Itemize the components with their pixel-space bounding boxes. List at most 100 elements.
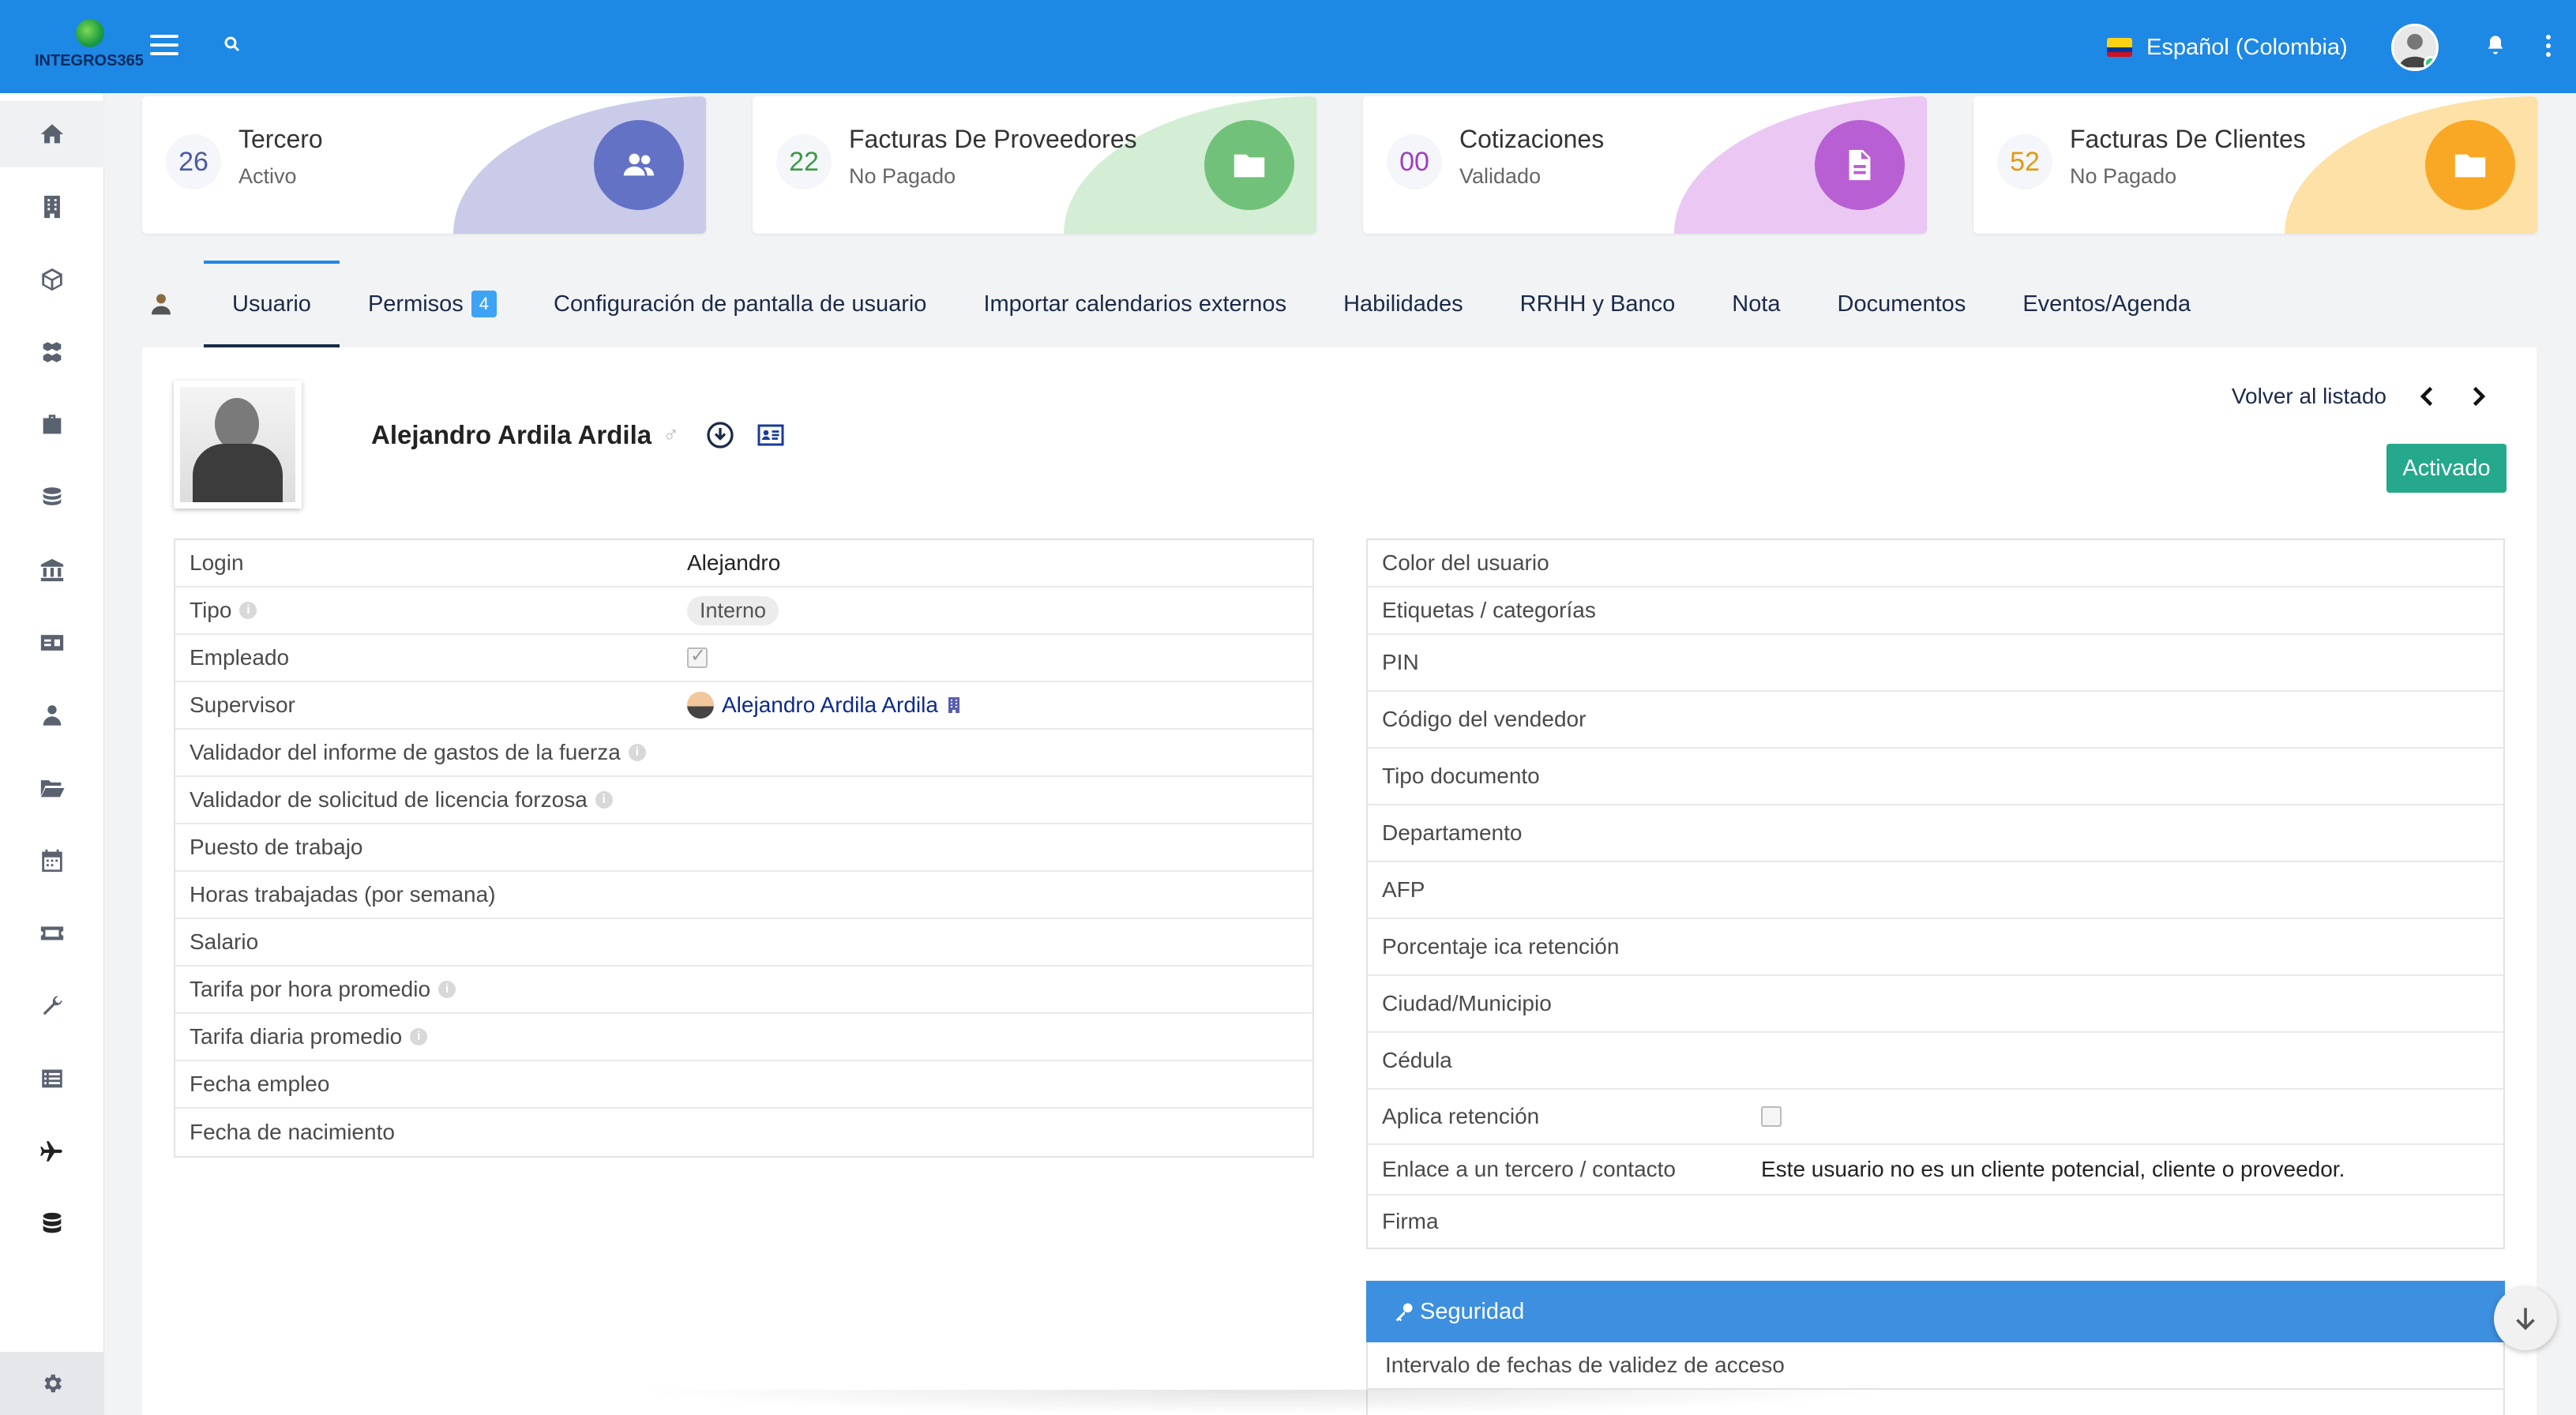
table-row: Ciudad/Municipio xyxy=(1368,976,2503,1033)
folder-open-icon[interactable] xyxy=(0,755,104,821)
field-label: Color del usuario xyxy=(1382,550,1549,575)
plane-icon[interactable] xyxy=(0,1118,104,1184)
tab-eventos-agenda[interactable]: Eventos/Agenda xyxy=(1994,261,2219,347)
wrench-icon[interactable] xyxy=(0,973,104,1039)
building-icon xyxy=(944,695,963,715)
document-icon xyxy=(1815,120,1905,210)
user-card-panel: Alejandro Ardila Ardila ♂ Volver al list… xyxy=(142,347,2537,1415)
chevron-right-icon[interactable] xyxy=(2464,382,2492,411)
vcard-icon[interactable] xyxy=(755,421,784,449)
field-label-text: Validador del informe de gastos de la fu… xyxy=(190,740,621,764)
top-bar: INTEGROS365 Español (Colombia) xyxy=(0,0,2576,93)
security-section-header[interactable]: Seguridad xyxy=(1366,1281,2505,1342)
tab-permisos[interactable]: Permisos 4 xyxy=(340,261,525,347)
tab-configuracion-pantalla[interactable]: Configuración de pantalla de usuario xyxy=(525,261,955,347)
field-label-text: Tarifa por hora promedio xyxy=(190,977,431,1001)
scroll-down-button[interactable] xyxy=(2494,1287,2557,1350)
tab-usuario[interactable]: Usuario xyxy=(204,261,340,347)
card-count: 52 xyxy=(1997,134,2052,190)
table-row: Salario xyxy=(175,919,1312,966)
tab-label: Importar calendarios externos xyxy=(983,291,1287,317)
card-status: No Pagado xyxy=(849,164,956,188)
money-card-icon[interactable] xyxy=(0,610,104,676)
status-activado-button[interactable]: Activado xyxy=(2386,444,2507,493)
back-to-list-link[interactable]: Volver al listado xyxy=(2232,384,2386,409)
field-label-text: Validador de solicitud de licencia forzo… xyxy=(190,787,588,812)
bottom-shadow xyxy=(632,1390,1895,1415)
table-row: Horas trabajadas (por semana) xyxy=(175,872,1312,919)
tab-label: Permisos xyxy=(367,291,464,317)
building-icon[interactable] xyxy=(0,174,104,240)
tab-importar-calendarios[interactable]: Importar calendarios externos xyxy=(955,261,1315,347)
table-row: Porcentaje ica retención xyxy=(1368,919,2503,976)
supervisor-link[interactable]: Alejandro Ardila Ardila xyxy=(687,692,963,719)
field-label: Puesto de trabajo xyxy=(190,835,363,859)
tab-label: Eventos/Agenda xyxy=(2022,291,2191,317)
table-row: Tipo i Interno xyxy=(175,587,1312,635)
info-icon[interactable]: i xyxy=(410,1028,428,1045)
briefcase-icon[interactable] xyxy=(0,392,104,458)
user-icon xyxy=(142,285,180,323)
tab-documentos[interactable]: Documentos xyxy=(1809,261,1995,347)
brand-logo[interactable]: INTEGROS365 xyxy=(32,16,144,77)
field-label: Departamento xyxy=(1382,820,1523,845)
table-row: Cédula xyxy=(1368,1033,2503,1090)
table-row: Enlace a un tercero / contacto Este usua… xyxy=(1368,1145,2503,1195)
gear-icon[interactable] xyxy=(0,1352,104,1415)
field-label: Enlace a un tercero / contacto xyxy=(1382,1157,1676,1181)
download-icon[interactable] xyxy=(706,421,734,449)
info-icon[interactable]: i xyxy=(595,791,613,809)
stat-card-facturas-clientes[interactable]: 52 Facturas De Clientes No Pagado xyxy=(1973,96,2537,234)
cube-icon[interactable] xyxy=(0,246,104,313)
bell-icon[interactable] xyxy=(2484,33,2507,57)
tab-rrhh-banco[interactable]: RRHH y Banco xyxy=(1492,261,1704,347)
user-avatar[interactable] xyxy=(2391,24,2439,71)
field-label: PIN xyxy=(1382,650,1419,674)
stat-card-cotizaciones[interactable]: 00 Cotizaciones Validado xyxy=(1363,96,1927,234)
table-row: Color del usuario xyxy=(1368,540,2503,587)
info-icon[interactable]: i xyxy=(628,744,646,761)
aplica-retencion-checkbox[interactable] xyxy=(1761,1106,1782,1127)
menu-icon[interactable] xyxy=(150,35,178,57)
table-row: Aplica retención xyxy=(1368,1090,2503,1145)
field-label: Tipo i xyxy=(175,598,687,623)
empleado-value xyxy=(687,644,708,668)
colombia-flag-icon xyxy=(2107,38,2132,57)
user-name: Alejandro Ardila Ardila xyxy=(371,420,652,449)
database-icon[interactable] xyxy=(0,1191,104,1257)
search-icon[interactable] xyxy=(223,35,242,54)
field-label: Etiquetas / categorías xyxy=(1382,598,1596,622)
key-icon xyxy=(1393,1301,1415,1323)
more-options-icon[interactable] xyxy=(2544,35,2552,58)
globe-icon xyxy=(76,19,104,47)
table-row: Código del vendedor xyxy=(1368,692,2503,749)
empleado-checkbox[interactable] xyxy=(687,644,708,668)
table-row: Tarifa diaria promedio i xyxy=(175,1014,1312,1061)
field-label: Firma xyxy=(1382,1209,1439,1233)
card-title: Facturas De Clientes xyxy=(2070,125,2306,153)
chevron-left-icon[interactable] xyxy=(2413,382,2442,411)
login-value: Alejandro xyxy=(687,550,781,575)
coins-icon[interactable] xyxy=(0,464,104,531)
language-selector[interactable]: Español (Colombia) xyxy=(2107,32,2348,63)
folder-icon xyxy=(1204,120,1294,210)
tab-nota[interactable]: Nota xyxy=(1703,261,1808,347)
home-icon[interactable] xyxy=(0,101,104,167)
user-tie-icon[interactable] xyxy=(0,682,104,749)
cubes-icon[interactable] xyxy=(0,319,104,385)
list-icon[interactable] xyxy=(0,1045,104,1112)
table-row: PIN xyxy=(1368,635,2503,692)
card-status: Activo xyxy=(238,164,297,188)
tab-habilidades[interactable]: Habilidades xyxy=(1315,261,1492,347)
folder-icon xyxy=(2425,120,2515,210)
bank-icon[interactable] xyxy=(0,537,104,603)
sidebar xyxy=(0,93,104,1415)
info-icon[interactable]: i xyxy=(239,602,257,619)
stat-card-tercero[interactable]: 26 Tercero Activo xyxy=(142,96,706,234)
calendar-icon[interactable] xyxy=(0,828,104,894)
user-photo[interactable] xyxy=(174,381,302,509)
info-icon[interactable]: i xyxy=(438,981,456,998)
user-extra-fields-table: Color del usuario Etiquetas / categorías… xyxy=(1366,539,2505,1249)
ticket-icon[interactable] xyxy=(0,900,104,966)
stat-card-facturas-proveedores[interactable]: 22 Facturas De Proveedores No Pagado xyxy=(753,96,1316,234)
